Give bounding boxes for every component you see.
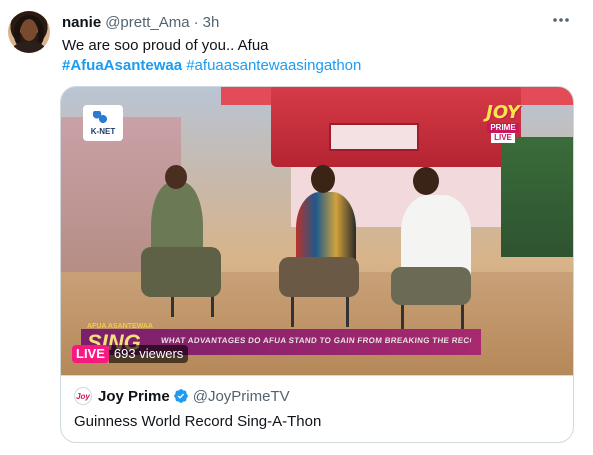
embedded-broadcast-card[interactable]: K-NET JOY PRIME LIVE AFUA ASANTEWAA SING… bbox=[60, 86, 574, 443]
lower-third-text: WHAT ADVANTAGES DO AFUA STAND TO GAIN FR… bbox=[160, 336, 472, 345]
tweet[interactable]: nanie @prett_Ama · 3h We are soo proud o… bbox=[0, 0, 593, 455]
separator-dot: · bbox=[193, 13, 199, 31]
source-avatar[interactable]: Joy bbox=[74, 387, 92, 405]
knet-logo: K-NET bbox=[83, 105, 123, 141]
author-avatar[interactable] bbox=[8, 11, 50, 53]
more-horizontal-icon[interactable] bbox=[551, 12, 571, 32]
tweet-timestamp[interactable]: 3h bbox=[203, 14, 220, 31]
live-badge: LIVE bbox=[72, 345, 109, 363]
hashtag-link[interactable]: #afuaasantewaasingathon bbox=[186, 57, 361, 74]
tweet-text: We are soo proud of you.. Afua bbox=[62, 37, 269, 54]
live-status: LIVE 693 viewers bbox=[72, 344, 189, 364]
broadcast-title[interactable]: Guinness World Record Sing-A-Thon bbox=[74, 412, 321, 432]
source-handle[interactable]: @JoyPrimeTV bbox=[193, 388, 290, 405]
verified-badge-icon bbox=[173, 389, 188, 403]
tweet-header: nanie @prett_Ama · 3h bbox=[62, 12, 219, 32]
hashtag-link[interactable]: #AfuaAsantewaa bbox=[62, 57, 182, 74]
tweet-hashtags: #AfuaAsantewaa #afuaasantewaasingathon bbox=[62, 56, 361, 76]
viewer-count: 693 viewers bbox=[108, 345, 189, 363]
joy-prime-live-logo: JOY PRIME LIVE bbox=[486, 102, 520, 143]
author-name[interactable]: nanie bbox=[62, 14, 101, 31]
author-handle[interactable]: @prett_Ama bbox=[105, 14, 189, 31]
broadcast-source[interactable]: Joy Joy Prime @JoyPrimeTV bbox=[74, 386, 290, 406]
source-name[interactable]: Joy Prime bbox=[98, 388, 170, 405]
broadcast-video-thumbnail[interactable]: K-NET JOY PRIME LIVE AFUA ASANTEWAA SING… bbox=[61, 87, 573, 375]
card-divider bbox=[61, 375, 573, 376]
